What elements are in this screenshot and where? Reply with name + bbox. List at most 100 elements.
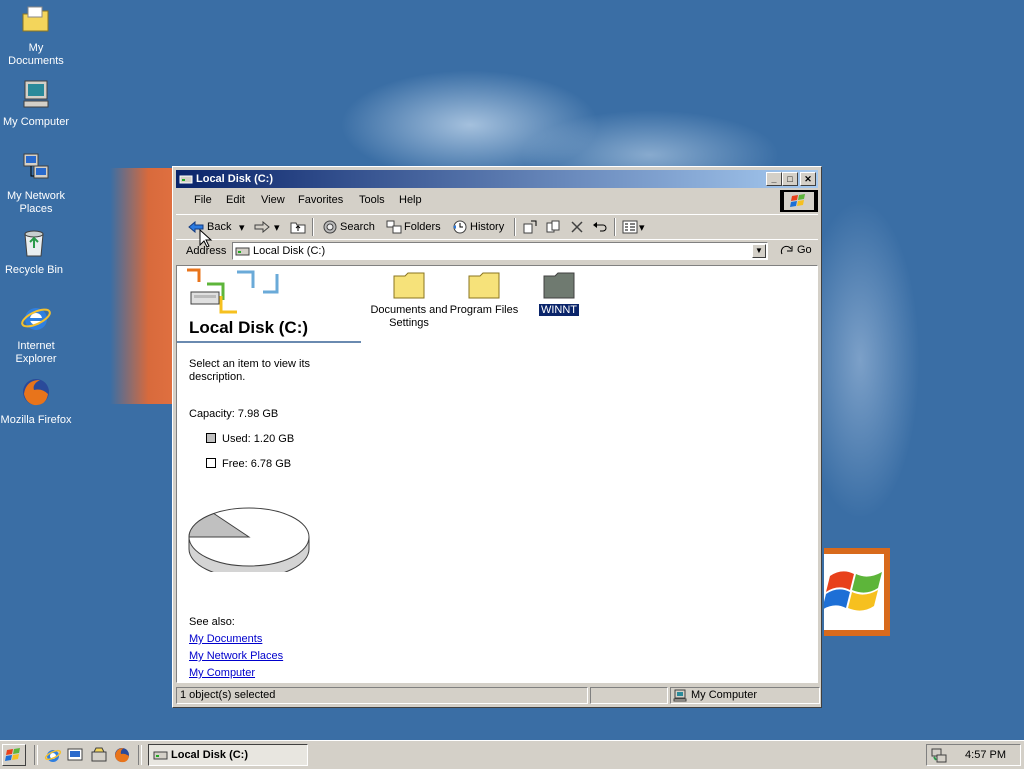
up-folder-button[interactable] — [290, 217, 306, 237]
taskbar-separator — [138, 745, 142, 765]
search-button[interactable]: Search — [322, 217, 375, 237]
toolbar-separator — [514, 218, 516, 236]
show-desktop-icon[interactable] — [66, 746, 84, 764]
desktop: My Documents My Computer My Network Plac… — [0, 0, 1024, 740]
drive-title: Local Disk (C:) — [189, 318, 309, 337]
link-my-computer[interactable]: My Computer — [189, 667, 255, 680]
folder-winnt[interactable]: WINNT — [516, 270, 602, 317]
address-bar: Address Local Disk (C:) ▼ Go — [176, 239, 818, 262]
desktop-icon-my-network-places[interactable]: My Network Places — [0, 152, 72, 216]
menu-help[interactable]: Help — [399, 194, 422, 206]
system-tray: 4:57 PM — [926, 744, 1021, 766]
network-icon — [23, 153, 49, 179]
history-button[interactable]: History — [452, 217, 504, 237]
maximize-button[interactable]: □ — [782, 172, 798, 186]
windows-flag-icon — [780, 190, 818, 212]
folder-icon — [22, 6, 49, 32]
disk-usage-pie-chart — [188, 507, 310, 572]
drive-icon — [153, 751, 168, 759]
copy-to-icon — [546, 220, 560, 233]
search-icon — [323, 220, 337, 234]
desktop-icon-recycle-bin[interactable]: Recycle Bin — [0, 226, 70, 277]
menu-tools[interactable]: Tools — [359, 194, 385, 206]
capacity-text: Capacity: 7.98 GB — [189, 408, 279, 420]
firefox-icon[interactable] — [113, 746, 131, 764]
title-bar[interactable]: Local Disk (C:) _ □ ✕ — [176, 170, 818, 188]
folders-label: Folders — [404, 221, 441, 233]
status-empty-cell — [590, 687, 668, 704]
outlook-express-icon[interactable] — [90, 746, 108, 764]
taskbar-button-label: Local Disk (C:) — [171, 749, 249, 761]
drive-banner-icon — [187, 268, 279, 314]
views-icon — [622, 220, 638, 234]
recycle-bin-icon — [24, 230, 44, 257]
menu-edit[interactable]: Edit — [226, 194, 245, 206]
desktop-icon-mozilla-firefox[interactable]: Mozilla Firefox — [0, 376, 72, 427]
status-zone: My Computer — [670, 687, 820, 704]
clock: 4:57 PM — [965, 749, 1006, 761]
start-button[interactable] — [2, 744, 26, 766]
folder-icon — [468, 272, 500, 299]
status-zone-label: My Computer — [691, 689, 758, 701]
go-button[interactable]: Go — [780, 244, 812, 256]
desktop-icon-my-computer[interactable]: My Computer — [0, 78, 72, 129]
network-status-icon[interactable] — [931, 747, 947, 763]
undo-icon — [593, 222, 607, 232]
mouse-cursor-icon — [199, 229, 213, 248]
folder-program-files[interactable]: Program Files — [441, 270, 527, 317]
link-my-documents[interactable]: My Documents — [189, 633, 262, 646]
folders-icon — [386, 220, 402, 234]
folder-label-selected: WINNT — [538, 304, 580, 316]
delete-button[interactable] — [570, 217, 584, 237]
forward-arrow-icon — [254, 221, 270, 233]
internet-explorer-icon[interactable] — [44, 746, 62, 764]
link-my-network-places[interactable]: My Network Places — [189, 650, 283, 663]
desktop-icon-my-documents[interactable]: My Documents — [0, 4, 72, 68]
used-legend-swatch — [206, 433, 216, 443]
free-legend-swatch — [206, 458, 216, 468]
copy-to-button[interactable] — [546, 217, 562, 237]
menu-file[interactable]: File — [194, 194, 212, 206]
move-to-button[interactable] — [522, 217, 538, 237]
folders-button[interactable]: Folders — [386, 217, 441, 237]
status-selection: 1 object(s) selected — [176, 687, 588, 704]
back-dropdown[interactable]: ▾ — [239, 217, 245, 237]
views-button[interactable]: ▾ — [622, 217, 645, 237]
desktop-icon-label: My Network Places — [6, 190, 66, 215]
toolbar: Back ▾ ▾ Search Folders History ▾ — [176, 214, 818, 239]
wallpaper-windows-logo — [824, 548, 890, 636]
desktop-icon-label: My Documents — [8, 42, 64, 67]
drive-icon — [179, 175, 193, 184]
wallpaper-glow — [110, 168, 174, 404]
folder-icon — [543, 272, 575, 299]
desktop-icon-label: Mozilla Firefox — [0, 414, 72, 426]
folder-documents-and-settings[interactable]: Documents and Settings — [366, 270, 452, 330]
title-divider — [177, 341, 361, 343]
forward-dropdown[interactable]: ▾ — [274, 217, 280, 237]
go-arrow-icon — [780, 245, 793, 255]
address-dropdown[interactable]: ▼ — [752, 244, 766, 258]
desktop-icon-internet-explorer[interactable]: Internet Explorer — [0, 302, 72, 366]
search-label: Search — [340, 221, 375, 233]
desktop-icon-label: Internet Explorer — [15, 340, 57, 365]
close-button[interactable]: ✕ — [800, 172, 816, 186]
computer-icon — [673, 689, 687, 702]
menu-view[interactable]: View — [261, 194, 285, 206]
taskbar-button-local-disk[interactable]: Local Disk (C:) — [148, 744, 308, 766]
internet-explorer-icon — [21, 308, 51, 330]
free-text: Free: 6.78 GB — [222, 458, 292, 470]
description-text: Select an item to view its description. — [189, 358, 311, 383]
explorer-window: Local Disk (C:) _ □ ✕ File Edit View Fav… — [172, 166, 822, 708]
minimize-button[interactable]: _ — [766, 172, 782, 186]
toolbar-separator — [614, 218, 616, 236]
undo-button[interactable] — [592, 217, 608, 237]
computer-icon — [23, 80, 49, 108]
folder-icon — [393, 272, 425, 299]
desktop-icon-label: My Computer — [2, 116, 70, 128]
forward-button[interactable] — [254, 217, 270, 237]
desktop-icon-label: Recycle Bin — [4, 264, 64, 276]
up-folder-icon — [290, 222, 306, 234]
menu-favorites[interactable]: Favorites — [298, 194, 343, 206]
address-input[interactable]: Local Disk (C:) ▼ — [232, 242, 768, 260]
delete-icon — [571, 221, 583, 233]
